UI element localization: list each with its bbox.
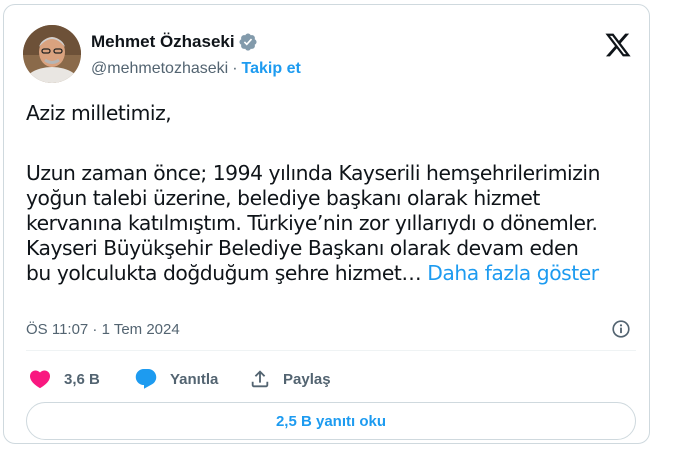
info-icon[interactable]	[610, 318, 632, 340]
tweet-text: Aziz milletimiz, Uzun zaman önce; 1994 y…	[26, 101, 641, 286]
share-upload-icon	[251, 370, 269, 388]
follow-button[interactable]: Takip et	[242, 60, 301, 77]
tweet-line: Kayseri Büyükşehir Belediye Başkanı olar…	[26, 236, 579, 260]
share-label: Paylaş	[283, 370, 331, 388]
reply-bubble-icon	[135, 369, 157, 389]
avatar-photo	[23, 25, 81, 83]
share-button[interactable]: Paylaş	[249, 367, 331, 391]
tweet-line: Uzun zaman önce; 1994 yılında Kayserili …	[26, 161, 600, 185]
reply-button[interactable]: Yanıtla	[134, 367, 218, 391]
author-handle[interactable]: @mehmetozhaseki	[91, 60, 228, 77]
heart-icon	[29, 370, 51, 389]
reply-label: Yanıtla	[170, 370, 219, 388]
avatar[interactable]	[23, 25, 81, 83]
x-logo-icon[interactable]	[604, 31, 632, 59]
verified-badge-icon	[239, 33, 257, 51]
tweet-line: yoğun talebi üzerine, belediye başkanı o…	[26, 186, 540, 210]
handle-row: @mehmetozhaseki · Takip et	[91, 60, 301, 78]
like-button[interactable]: 3,6 B	[28, 367, 100, 391]
show-more-link[interactable]: Daha fazla göster	[427, 261, 599, 285]
tweet-line-last: bu yolculukta doğduğum şehre hizmet… Dah…	[26, 261, 641, 286]
tweet-line: kervanına katılmıştım. Türkiye’nin zor y…	[26, 211, 598, 235]
read-replies-button[interactable]: 2,5 B yanıtı oku	[26, 402, 636, 440]
separator-dot: ·	[232, 60, 238, 77]
divider	[26, 350, 636, 351]
tweet-line: Aziz milletimiz,	[26, 101, 172, 125]
tweet-timestamp[interactable]: ÖS 11:07 · 1 Tem 2024	[26, 321, 180, 338]
tweet-card: Mehmet Özhaseki @mehmetozhaseki · Takip et…	[3, 4, 650, 444]
like-count: 3,6 B	[64, 370, 100, 388]
author-name[interactable]: Mehmet Özhaseki	[91, 32, 235, 52]
tweet-line: bu yolculukta doğduğum şehre hizmet…	[26, 261, 422, 285]
